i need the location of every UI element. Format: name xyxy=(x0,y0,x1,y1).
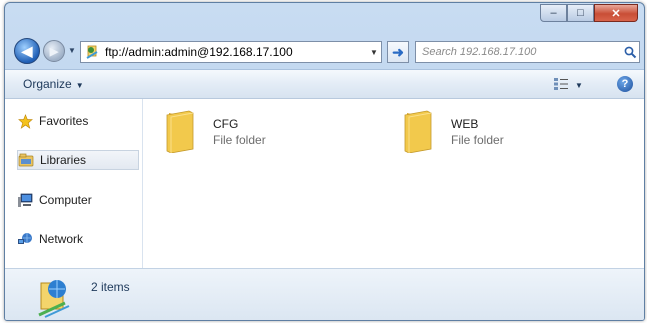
address-bar[interactable]: ftp://admin:admin@192.168.17.100 ▼ xyxy=(80,41,382,63)
star-icon xyxy=(17,113,33,129)
folder-type: File folder xyxy=(213,133,266,147)
recent-pages-dropdown-icon[interactable]: ▼ xyxy=(68,46,76,55)
sidebar-item-label: Network xyxy=(39,232,84,246)
go-button[interactable]: ➜ xyxy=(387,41,409,63)
help-button[interactable]: ? xyxy=(617,76,633,92)
folder-name: WEB xyxy=(451,117,479,131)
sidebar-item-label: Computer xyxy=(39,193,92,207)
organize-button[interactable]: Organize ▼ xyxy=(23,77,84,91)
ftp-location-large-icon xyxy=(35,275,79,319)
organize-label: Organize xyxy=(23,77,72,91)
caption-buttons: – □ ✕ xyxy=(540,4,638,22)
navigation-bar: ◀ ▶ ▼ ftp://admin:admin@192.168.17.100 ▼… xyxy=(5,35,644,69)
details-pane: 2 items xyxy=(5,268,644,320)
sidebar-item-label: Libraries xyxy=(40,153,87,167)
search-input[interactable] xyxy=(416,45,621,59)
sidebar-item-favorites[interactable]: Favorites xyxy=(17,111,140,131)
item-count: 2 items xyxy=(91,280,130,294)
folder-icon xyxy=(163,109,197,154)
explorer-window: – □ ✕ ◀ ▶ ▼ ftp://admin:admin@192.168.17… xyxy=(4,2,645,321)
address-text[interactable]: ftp://admin:admin@192.168.17.100 xyxy=(105,45,367,59)
back-arrow-icon: ◀ xyxy=(21,42,33,59)
sidebar-item-label: Favorites xyxy=(39,114,89,128)
ftp-location-icon xyxy=(85,44,101,60)
go-arrow-icon: ➜ xyxy=(392,43,404,60)
computer-icon xyxy=(17,192,33,208)
command-bar: Organize ▼ ▼ ? xyxy=(5,69,644,99)
back-button[interactable]: ◀ xyxy=(14,38,40,64)
navigation-pane: Favorites Libraries Computer Network xyxy=(5,99,143,268)
minimize-button[interactable]: – xyxy=(540,4,567,22)
sidebar-item-libraries[interactable]: Libraries xyxy=(17,150,139,170)
chevron-down-icon: ▼ xyxy=(75,81,84,90)
address-dropdown-icon[interactable]: ▼ xyxy=(367,48,381,57)
folder-name: CFG xyxy=(213,117,239,131)
network-icon xyxy=(17,231,33,247)
forward-arrow-icon: ▶ xyxy=(49,45,59,58)
folder-item-cfg[interactable]: CFG File folder xyxy=(163,109,363,159)
file-list: CFG File folder WEB File folder xyxy=(143,99,644,268)
search-box[interactable] xyxy=(415,41,640,63)
sidebar-item-computer[interactable]: Computer xyxy=(17,190,140,210)
sidebar-item-network[interactable]: Network xyxy=(17,229,140,249)
forward-button[interactable]: ▶ xyxy=(43,40,65,62)
close-button[interactable]: ✕ xyxy=(594,4,638,22)
folder-icon xyxy=(401,109,435,154)
folder-item-web[interactable]: WEB File folder xyxy=(401,109,601,159)
libraries-icon xyxy=(18,152,34,168)
change-view-button[interactable]: ▼ xyxy=(553,77,583,94)
title-bar[interactable]: – □ ✕ xyxy=(5,3,644,35)
maximize-button[interactable]: □ xyxy=(567,4,594,22)
search-icon[interactable] xyxy=(621,46,639,59)
views-dropdown-icon[interactable]: ▼ xyxy=(575,81,583,90)
folder-type: File folder xyxy=(451,133,504,147)
views-icon xyxy=(553,77,569,94)
